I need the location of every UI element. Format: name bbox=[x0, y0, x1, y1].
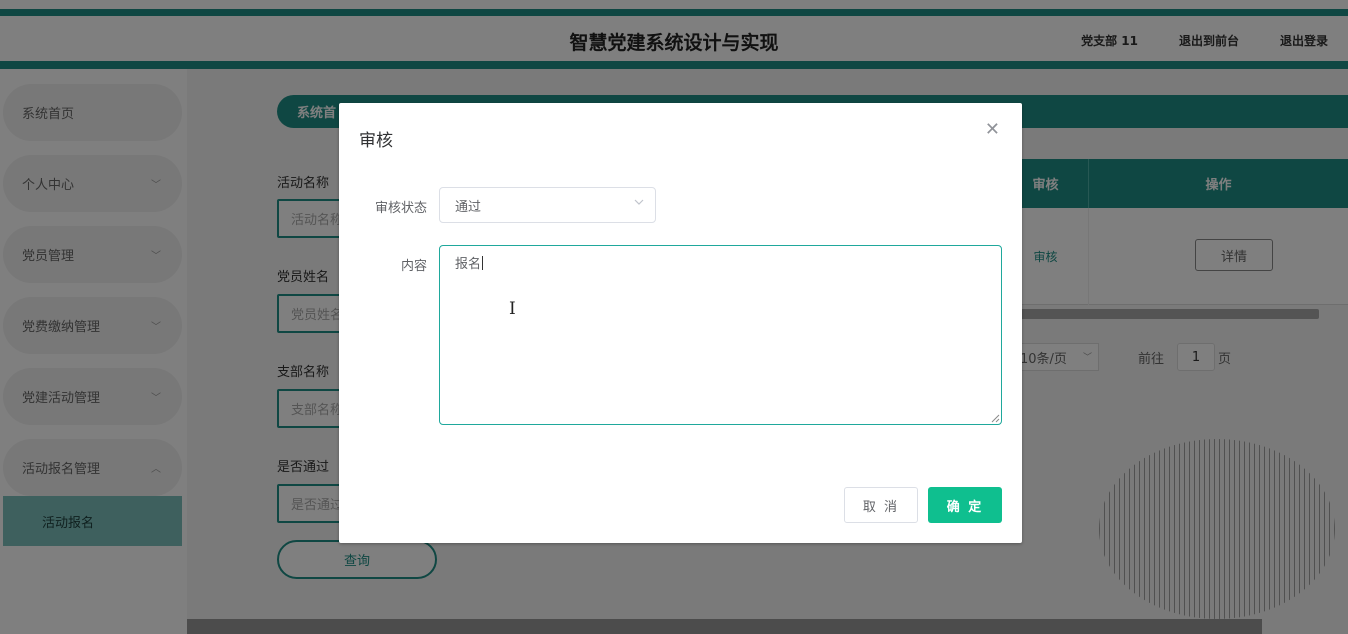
resize-grip-icon[interactable] bbox=[991, 414, 1000, 423]
audit-status-select[interactable]: 通过 bbox=[439, 187, 656, 223]
dialog-title: 审核 bbox=[359, 131, 393, 151]
audit-status-value: 通过 bbox=[455, 199, 482, 215]
content-label: 内容 bbox=[400, 259, 427, 274]
audit-status-label: 审核状态 bbox=[374, 201, 427, 216]
confirm-button[interactable]: 确 定 bbox=[928, 487, 1002, 523]
content-value: 报名 bbox=[455, 257, 482, 272]
cancel-button[interactable]: 取 消 bbox=[844, 487, 918, 523]
audit-dialog: 审核 ✕ 审核状态 通过 内容 报名 I 取 消 确 定 bbox=[339, 103, 1022, 543]
content-textarea[interactable]: 报名 bbox=[439, 245, 1002, 425]
text-caret bbox=[482, 256, 484, 270]
close-icon[interactable]: ✕ bbox=[985, 121, 1000, 139]
text-cursor-icon: I bbox=[509, 299, 516, 319]
chevron-down-icon bbox=[634, 199, 644, 205]
